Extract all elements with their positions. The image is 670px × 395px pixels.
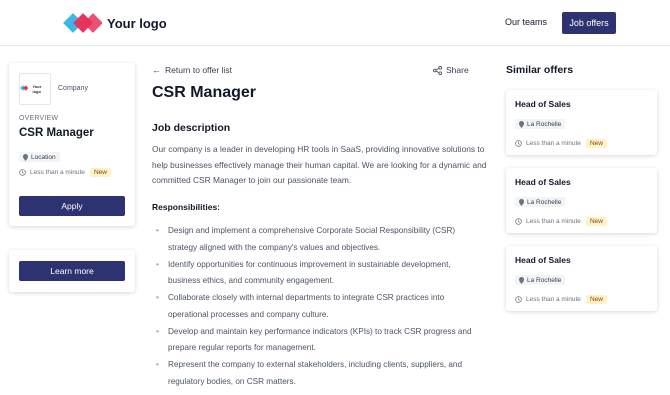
- back-link-label: Return to offer list: [165, 65, 232, 75]
- offer-title: Head of Sales: [515, 255, 571, 265]
- location-pin-icon: [519, 120, 524, 128]
- share-icon: [433, 65, 442, 75]
- page-title: CSR Manager: [152, 84, 257, 101]
- responsibility-item: Identify opportunities for continuous im…: [156, 257, 476, 290]
- share-label: Share: [446, 65, 469, 75]
- responsibility-item: Design and implement a comprehensive Cor…: [156, 223, 476, 256]
- location-text: La Rochelle: [527, 198, 562, 206]
- similar-offers-heading: Similar offers: [506, 64, 574, 76]
- location-text: La Rochelle: [527, 120, 562, 128]
- new-badge: New: [585, 217, 607, 226]
- similar-offer-card[interactable]: Head of Sales La Rochelle Less than a mi…: [506, 246, 657, 311]
- clock-icon: [19, 169, 26, 176]
- job-description-text: Our company is a leader in developing HR…: [152, 144, 487, 185]
- posted-meta: Less than a minute New: [515, 217, 607, 226]
- posted-meta: Less than a minute New: [515, 295, 607, 304]
- arrow-left-icon: ←: [152, 65, 161, 75]
- clock-icon: [515, 218, 522, 225]
- similar-offer-card[interactable]: Head of Sales La Rochelle Less than a mi…: [506, 168, 657, 233]
- posted-text: Less than a minute: [30, 169, 85, 176]
- location-tag: Location: [19, 152, 60, 162]
- share-button[interactable]: Share: [433, 65, 469, 75]
- return-to-offer-list-link[interactable]: ← Return to offer list: [152, 65, 232, 75]
- nav-our-teams-link[interactable]: Our teams: [505, 17, 547, 27]
- location-tag: La Rochelle: [515, 119, 566, 129]
- location-text: La Rochelle: [527, 276, 562, 284]
- card-job-title: CSR Manager: [19, 127, 94, 139]
- site-logo[interactable]: Your logo: [62, 12, 167, 34]
- new-badge: New: [585, 295, 607, 304]
- logo-diamonds-icon: [63, 13, 102, 33]
- posted-text: Less than a minute: [526, 218, 581, 225]
- posted-meta: Less than a minute New: [515, 139, 607, 148]
- location-pin-icon: [519, 198, 524, 206]
- company-logo-icon: [20, 85, 29, 91]
- location-pin-icon: [23, 153, 28, 161]
- responsibility-item: Collaborate closely with internal depart…: [156, 290, 476, 323]
- responsibilities-list: Design and implement a comprehensive Cor…: [156, 223, 476, 391]
- similar-offer-card[interactable]: Head of Sales La Rochelle Less than a mi…: [506, 90, 657, 155]
- learn-more-card: Learn more: [9, 250, 135, 292]
- company-logo: Your logo: [19, 73, 51, 105]
- clock-icon: [515, 140, 522, 147]
- location-tag: La Rochelle: [515, 275, 566, 285]
- offer-title: Head of Sales: [515, 99, 571, 109]
- new-badge: New: [585, 139, 607, 148]
- company-logo-text: Your logo: [32, 84, 42, 94]
- job-offers-button[interactable]: Job offers: [562, 12, 616, 34]
- logo-text: Your logo: [107, 15, 167, 31]
- overview-label: OVERVIEW: [19, 115, 59, 122]
- posted-meta: Less than a minute New: [19, 168, 111, 177]
- location-pin-icon: [519, 276, 524, 284]
- company-name: Company: [58, 85, 88, 92]
- clock-icon: [515, 296, 522, 303]
- job-description-heading: Job description: [152, 122, 231, 134]
- new-badge: New: [89, 168, 111, 177]
- location-text: Location: [31, 153, 56, 161]
- responsibility-item: Represent the company to external stakeh…: [156, 357, 476, 390]
- learn-more-button[interactable]: Learn more: [19, 261, 125, 281]
- top-navigation-bar: Your logo Our teams Job offers: [0, 0, 670, 46]
- posted-text: Less than a minute: [526, 296, 581, 303]
- responsibilities-heading: Responsibilities:: [152, 202, 221, 212]
- posted-text: Less than a minute: [526, 140, 581, 147]
- company-overview-card: Your logo Company OVERVIEW CSR Manager L…: [9, 63, 135, 226]
- offer-title: Head of Sales: [515, 177, 571, 187]
- responsibility-item: Develop and maintain key performance ind…: [156, 324, 476, 357]
- apply-button[interactable]: Apply: [19, 196, 125, 216]
- location-tag: La Rochelle: [515, 197, 566, 207]
